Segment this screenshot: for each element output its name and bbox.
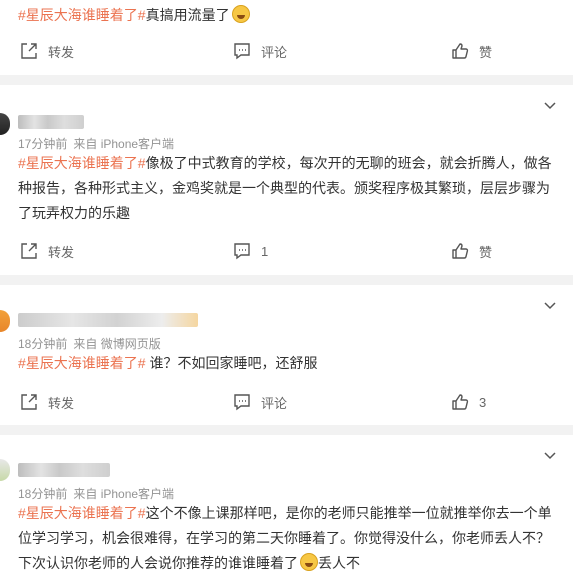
comment-count: 1 bbox=[261, 243, 269, 259]
source: 来自 iPhone客户端 bbox=[73, 487, 175, 501]
repost-icon bbox=[21, 243, 37, 259]
divider bbox=[0, 275, 573, 285]
comment-button[interactable]: 评论 bbox=[233, 39, 287, 63]
like-button[interactable]: 赞 bbox=[451, 39, 492, 63]
comment-icon bbox=[234, 394, 250, 411]
topic-tag[interactable]: #星辰大海谁睡着了# bbox=[18, 155, 146, 171]
like-label: 赞 bbox=[479, 244, 493, 260]
source: 来自 iPhone客户端 bbox=[73, 137, 175, 151]
repost-icon bbox=[21, 394, 37, 410]
timestamp: 18分钟前 bbox=[18, 337, 68, 351]
laugh-emoji-icon bbox=[300, 553, 318, 571]
comment-card: 18分钟前 来自 iPhone客户端 #星辰大海谁睡着了#这个不像上课那样吧，是你… bbox=[0, 435, 573, 581]
laugh-emoji-icon bbox=[231, 5, 250, 23]
post-card: #星辰大海谁睡着了#真搞用流量了 转发 评论 赞 bbox=[0, 0, 573, 75]
username[interactable] bbox=[18, 115, 84, 129]
comment-card: 17分钟前 来自 iPhone客户端 #星辰大海谁睡着了#像极了中式教育的学校，每… bbox=[0, 85, 573, 275]
comment-content: #星辰大海谁睡着了# 谁？不如回家睡吧，还舒服 bbox=[18, 351, 558, 376]
divider bbox=[0, 75, 573, 85]
comment-button[interactable]: 评论 bbox=[233, 390, 287, 414]
comment-content: #星辰大海谁睡着了#像极了中式教育的学校，每次开的无聊的班会，就会折腾人，做各种… bbox=[18, 151, 558, 226]
username[interactable] bbox=[18, 463, 110, 477]
chevron-down-icon[interactable] bbox=[543, 299, 557, 313]
comment-meta: 17分钟前 来自 iPhone客户端 bbox=[18, 135, 174, 152]
repost-icon bbox=[21, 43, 37, 59]
comment-actions: 转发 1 赞 bbox=[0, 239, 573, 263]
username[interactable] bbox=[18, 313, 198, 327]
comment-meta: 18分钟前 来自 iPhone客户端 bbox=[18, 485, 174, 502]
avatar[interactable] bbox=[0, 113, 10, 135]
comment-icon bbox=[234, 243, 250, 260]
topic-tag[interactable]: #星辰大海谁睡着了# bbox=[18, 355, 146, 371]
avatar[interactable] bbox=[0, 459, 10, 481]
chevron-down-icon[interactable] bbox=[543, 99, 557, 113]
repost-button[interactable]: 转发 bbox=[20, 390, 74, 414]
topic-tag[interactable]: #星辰大海谁睡着了# bbox=[18, 505, 146, 521]
comment-content: #星辰大海谁睡着了#这个不像上课那样吧，是你的老师只能推举一位就推举你去一个单位… bbox=[18, 501, 558, 576]
like-button[interactable]: 3 bbox=[451, 390, 486, 414]
repost-label: 转发 bbox=[48, 44, 75, 60]
chevron-down-icon[interactable] bbox=[543, 449, 557, 463]
comment-label: 评论 bbox=[261, 395, 288, 411]
like-count: 3 bbox=[479, 394, 487, 410]
comment-meta: 18分钟前 来自 微博网页版 bbox=[18, 335, 161, 352]
comment-actions: 转发 评论 3 bbox=[0, 390, 573, 414]
comment-card: 18分钟前 来自 微博网页版 #星辰大海谁睡着了# 谁？不如回家睡吧，还舒服 转发… bbox=[0, 285, 573, 425]
thumb-up-icon bbox=[452, 394, 469, 410]
topic-tag[interactable]: #星辰大海谁睡着了# bbox=[18, 7, 146, 23]
comment-icon bbox=[234, 43, 250, 60]
post-actions: 转发 评论 赞 bbox=[0, 39, 573, 63]
comment-text: 谁？不如回家睡吧，还舒服 bbox=[145, 355, 318, 371]
comment-label: 评论 bbox=[261, 44, 288, 60]
repost-label: 转发 bbox=[48, 244, 75, 260]
divider bbox=[0, 425, 573, 435]
timestamp: 18分钟前 bbox=[18, 487, 68, 501]
timestamp: 17分钟前 bbox=[18, 137, 68, 151]
repost-button[interactable]: 转发 bbox=[20, 39, 74, 63]
post-text: 真搞用流量了 bbox=[145, 7, 230, 23]
like-button[interactable]: 赞 bbox=[451, 239, 492, 263]
thumb-up-icon bbox=[452, 43, 469, 59]
source: 来自 微博网页版 bbox=[73, 337, 161, 351]
comment-text-tail: 丢人不 bbox=[318, 555, 360, 571]
comment-button[interactable]: 1 bbox=[233, 239, 268, 263]
post-content: #星辰大海谁睡着了#真搞用流量了 bbox=[18, 3, 558, 28]
avatar[interactable] bbox=[0, 310, 10, 332]
repost-button[interactable]: 转发 bbox=[20, 239, 74, 263]
like-label: 赞 bbox=[479, 44, 493, 60]
thumb-up-icon bbox=[452, 243, 469, 259]
repost-label: 转发 bbox=[48, 395, 75, 411]
